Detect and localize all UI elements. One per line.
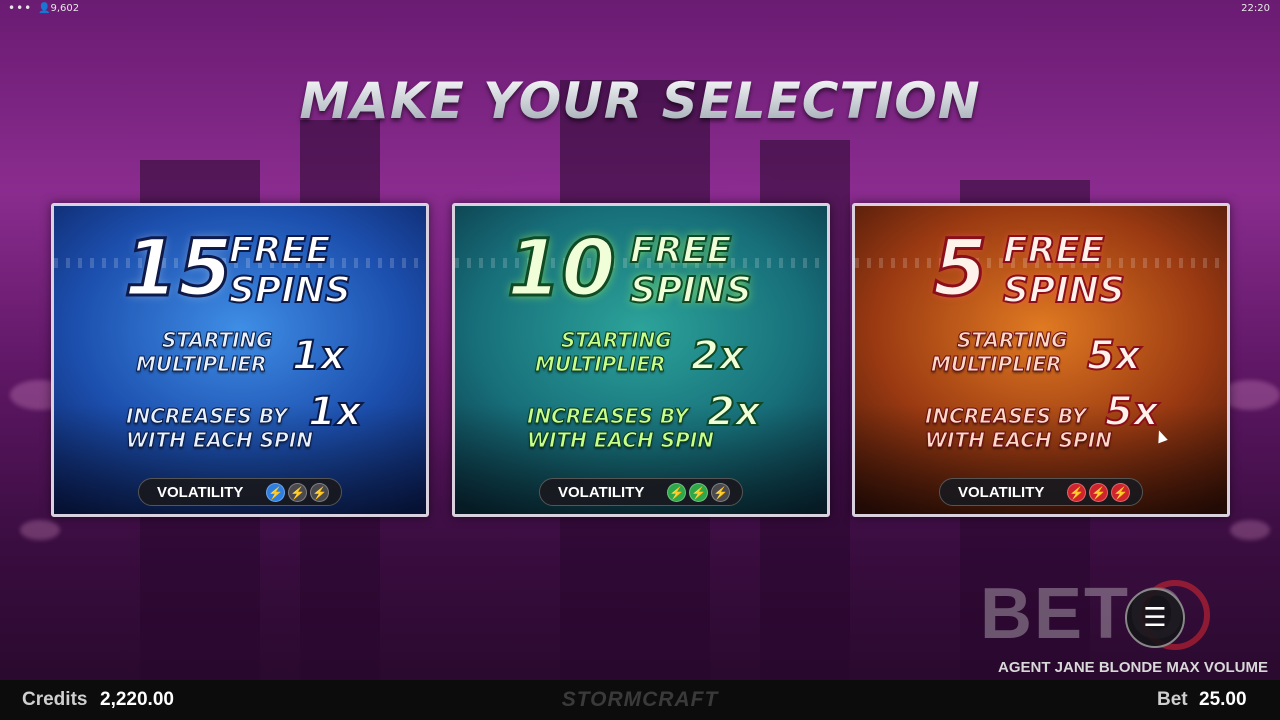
volatility-label: VOLATILITY	[958, 483, 1045, 501]
bottom-bar: Credits 2,220.00 STORMCRAFT Bet 25.00	[0, 680, 1280, 720]
brand-logo: STORMCRAFT	[561, 688, 719, 711]
volatility-pill: VOLATILITY ⚡ ⚡ ⚡	[138, 478, 342, 506]
spins-label: SPINS	[228, 270, 352, 311]
lightning-icon: ⚡	[266, 483, 285, 502]
free-label: FREE	[1002, 230, 1105, 271]
more-dots-icon[interactable]: •••	[8, 1, 32, 15]
volatility-label: VOLATILITY	[558, 483, 645, 501]
option-10-free-spins[interactable]: 10 FREE SPINS STARTING MULTIPLIER 2x INC…	[452, 203, 830, 517]
lightning-icon: ⚡	[711, 483, 730, 502]
starting-label: STARTING	[162, 328, 274, 353]
lightning-icon: ⚡	[1111, 483, 1130, 502]
increase-multiplier: 5x	[1104, 389, 1160, 435]
starting-multiplier: 2x	[690, 333, 746, 379]
increase-label: INCREASES BY	[924, 404, 1087, 429]
free-label: FREE	[228, 230, 331, 271]
hamburger-menu-icon: ☰	[1143, 603, 1167, 633]
starting-multiplier: 5x	[1086, 333, 1142, 379]
option-15-free-spins[interactable]: 15 FREE SPINS STARTING MULTIPLIER 1x INC…	[51, 203, 429, 517]
starting-multiplier: 1x	[291, 333, 347, 379]
free-label: FREE	[629, 230, 732, 271]
volatility-meter: ⚡ ⚡ ⚡	[266, 483, 329, 502]
multiplier-label: MULTIPLIER	[535, 352, 667, 377]
each-spin-label: WITH EACH SPIN	[527, 428, 715, 453]
increase-multiplier: 1x	[307, 389, 363, 435]
multiplier-label: MULTIPLIER	[931, 352, 1063, 377]
menu-button[interactable]: ☰	[1125, 588, 1185, 648]
spins-label: SPINS	[1002, 270, 1126, 311]
clock: 22:20	[1241, 3, 1270, 14]
spins-count: 5	[931, 224, 988, 314]
volatility-pill: VOLATILITY ⚡ ⚡ ⚡	[539, 478, 743, 506]
spins-count: 10	[506, 224, 618, 314]
volatility-pill: VOLATILITY ⚡ ⚡ ⚡	[939, 478, 1143, 506]
lightning-icon: ⚡	[667, 483, 686, 502]
player-count: 👤9,602	[38, 3, 80, 14]
lightning-icon: ⚡	[689, 483, 708, 502]
page-title: MAKE YOUR SELECTION	[0, 72, 1280, 130]
each-spin-label: WITH EACH SPIN	[126, 428, 314, 453]
starting-label: STARTING	[957, 328, 1069, 353]
spins-count: 15	[123, 224, 235, 314]
increase-label: INCREASES BY	[526, 404, 689, 429]
lightning-icon: ⚡	[1067, 483, 1086, 502]
lightning-icon: ⚡	[1089, 483, 1108, 502]
person-icon: 👤	[38, 3, 51, 14]
starting-label: STARTING	[561, 328, 673, 353]
increase-multiplier: 2x	[706, 389, 762, 435]
bet-value[interactable]: 25.00	[1199, 689, 1247, 711]
volatility-label: VOLATILITY	[157, 483, 244, 501]
multiplier-label: MULTIPLIER	[136, 352, 268, 377]
bet-label: Bet	[1157, 689, 1188, 710]
each-spin-label: WITH EACH SPIN	[925, 428, 1113, 453]
increase-label: INCREASES BY	[125, 404, 288, 429]
status-bar: ••• 👤9,602 22:20	[0, 0, 1280, 18]
game-title: AGENT JANE BLONDE MAX VOLUME	[997, 659, 1268, 676]
volatility-meter: ⚡ ⚡ ⚡	[667, 483, 730, 502]
volatility-meter: ⚡ ⚡ ⚡	[1067, 483, 1130, 502]
lightning-icon: ⚡	[288, 483, 307, 502]
spins-label: SPINS	[629, 270, 753, 311]
option-5-free-spins[interactable]: 5 FREE SPINS STARTING MULTIPLIER 5x INCR…	[852, 203, 1230, 517]
lightning-icon: ⚡	[310, 483, 329, 502]
